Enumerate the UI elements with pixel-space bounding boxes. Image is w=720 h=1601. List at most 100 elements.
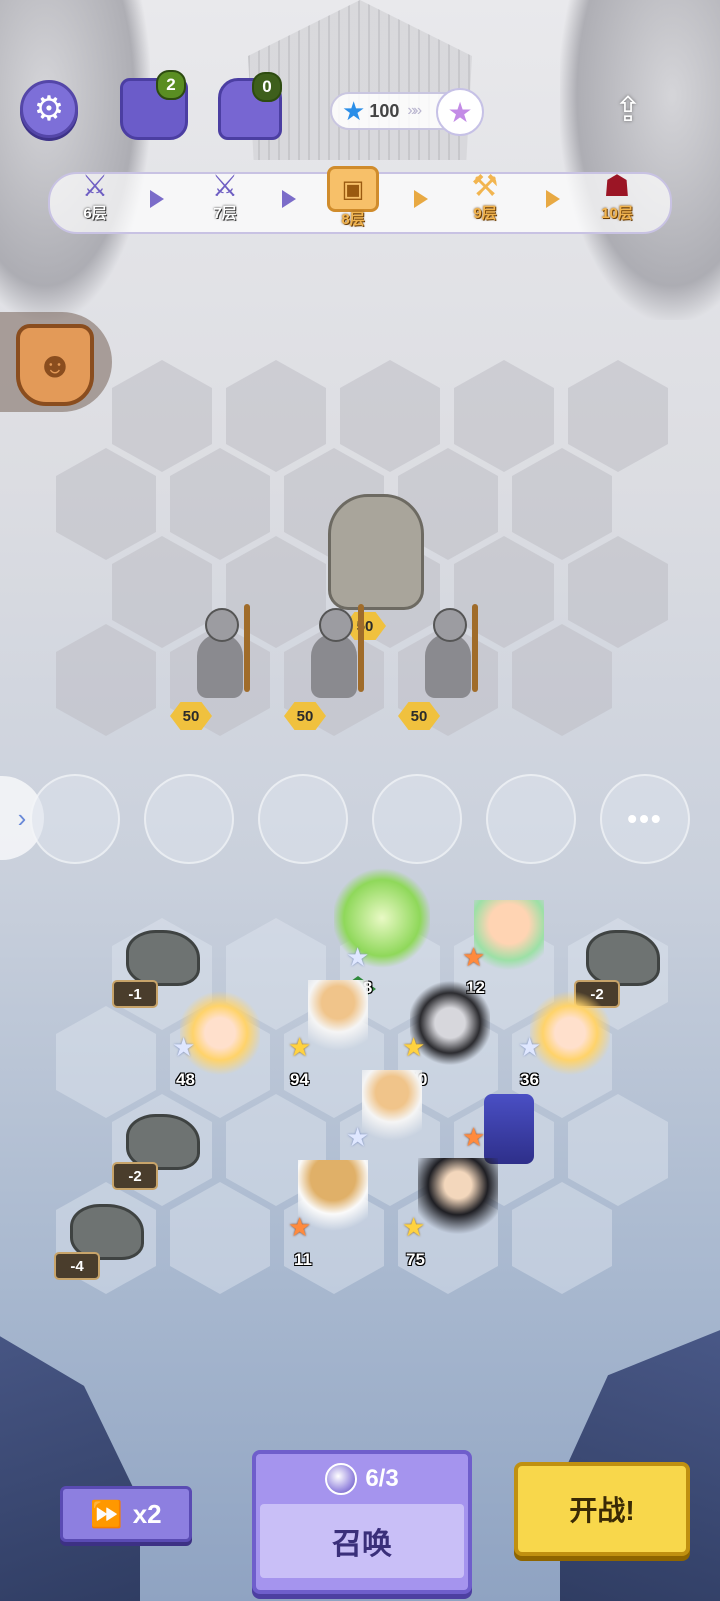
bench-slot[interactable] <box>30 774 120 864</box>
enemy-hex <box>512 624 612 736</box>
summon-cost: 6/3 <box>256 1454 468 1504</box>
floor-6[interactable]: ⚔ 6层 <box>60 166 130 223</box>
hammer-icon: ⚒ <box>471 169 499 203</box>
hero-power-value: 48 <box>176 1070 195 1089</box>
bench-slot[interactable] <box>258 774 348 864</box>
floor-label: 7层 <box>213 205 237 222</box>
arrow-icon <box>546 190 560 208</box>
enemy-hex <box>512 448 612 560</box>
star-value: 100 <box>369 100 400 121</box>
star-icon: ★ <box>462 1122 486 1152</box>
enemy-hex <box>568 360 668 472</box>
bench-slot[interactable] <box>486 774 576 864</box>
enemy-hex <box>112 360 212 472</box>
demon-mask-icon: ☗ <box>603 169 631 203</box>
floor-label: 9层 <box>473 205 497 222</box>
rainbow-star-button[interactable]: ★ <box>436 88 484 136</box>
summon-count: 6/3 <box>365 1465 399 1492</box>
monk-enemy[interactable] <box>420 606 476 698</box>
hero-witch[interactable] <box>418 1158 498 1248</box>
staff <box>244 604 250 692</box>
floor-9[interactable]: ⚒ 9层 <box>450 166 520 223</box>
rock-value: -1 <box>112 980 158 1008</box>
ally-hex[interactable] <box>512 1182 612 1294</box>
gear-icon: ⚙ <box>33 90 65 128</box>
chevron-right-icon: › <box>17 802 27 833</box>
temple-decor-left <box>0 0 150 320</box>
staff <box>358 604 364 692</box>
rainbow-star-icon: ★ <box>447 96 473 128</box>
rock-obstacle[interactable] <box>126 930 200 986</box>
hero-lantern[interactable] <box>484 1094 534 1164</box>
arrow-icon <box>282 190 296 208</box>
arrow-icon: »» <box>407 102 422 119</box>
hero-power-value: 75 <box>406 1250 425 1269</box>
floor-progress-bar: ⚔ 6层 ⚔ 7层 ▣ 8层 ⚒ 9层 ☗ 10层 <box>48 166 672 234</box>
hero-monk-a[interactable] <box>308 980 368 1070</box>
enemy-hex <box>170 448 270 560</box>
enemy-hex <box>340 360 440 472</box>
summon-orb-icon <box>325 1463 358 1495</box>
speed-label: x2 <box>132 1498 162 1529</box>
settings-button[interactable]: ⚙ <box>20 80 78 138</box>
monk-body <box>311 608 357 698</box>
star-icon: ★ <box>172 1032 196 1062</box>
battle-label: 开战! <box>569 1495 635 1526</box>
summon-label: 召唤 <box>260 1504 464 1578</box>
hero-monk-b[interactable] <box>362 1070 422 1160</box>
star-icon: ★ <box>462 942 486 972</box>
summon-button[interactable]: 6/3 召唤 <box>252 1450 472 1594</box>
arrow-icon <box>414 190 428 208</box>
enemy-hex <box>56 624 156 736</box>
ally-hex[interactable] <box>170 1182 270 1294</box>
star-icon: ★ <box>288 1212 312 1242</box>
ally-hex[interactable] <box>568 1094 668 1206</box>
guardian-enemy[interactable] <box>316 470 436 610</box>
monk-body <box>425 608 471 698</box>
floor-7[interactable]: ⚔ 7层 <box>190 166 260 223</box>
more-options-button[interactable]: ••• <box>600 774 690 864</box>
staff <box>472 604 478 692</box>
star-icon: ★ <box>402 1212 426 1242</box>
hero-fairy-right[interactable] <box>530 988 610 1078</box>
demon-mask-icon: ☻ <box>16 324 94 406</box>
star-icon: ★ <box>346 942 370 972</box>
enemy-hex <box>56 448 156 560</box>
ally-hex[interactable] <box>56 1006 156 1118</box>
rock-obstacle[interactable] <box>586 930 660 986</box>
monk-enemy[interactable] <box>306 606 362 698</box>
enemy-hex <box>454 360 554 472</box>
monk-enemy[interactable] <box>192 606 248 698</box>
treasure-chest-icon: ▣ <box>327 166 379 212</box>
floor-8[interactable]: ▣ 8层 <box>318 166 388 229</box>
star-icon: ★ <box>346 1122 370 1152</box>
blue-star-icon: ★ <box>342 95 366 126</box>
star-icon: ★ <box>518 1032 542 1062</box>
chest-count-badge: 0 <box>252 72 282 102</box>
rock-value: -4 <box>54 1252 100 1280</box>
floor-10[interactable]: ☗ 10层 <box>582 166 652 223</box>
start-battle-button[interactable]: 开战! <box>514 1462 690 1556</box>
enemy-hex <box>568 536 668 648</box>
star-icon: ★ <box>288 1032 312 1062</box>
share-icon: ⇪ <box>613 91 643 129</box>
bench-slot[interactable] <box>144 774 234 864</box>
bench-slot[interactable] <box>372 774 462 864</box>
pagoda-decor-left <box>0 1336 140 1601</box>
anvil-count-badge: 2 <box>156 70 186 100</box>
hero-power-value: 36 <box>520 1070 539 1089</box>
rock-value: -2 <box>112 1162 158 1190</box>
star-icon: ★ <box>402 1032 426 1062</box>
speed-toggle-button[interactable]: ⏩ x2 <box>60 1486 192 1542</box>
floor-label: 6层 <box>83 205 107 222</box>
monk-body <box>197 608 243 698</box>
temple-decor-right <box>560 0 720 320</box>
enemy-hex <box>226 360 326 472</box>
fast-forward-icon: ⏩ <box>90 1498 123 1529</box>
crossed-swords-icon: ⚔ <box>81 169 109 203</box>
floor-label: 10层 <box>601 205 633 222</box>
floor-label: 8层 <box>341 211 365 228</box>
share-button[interactable]: ⇪ <box>604 86 652 134</box>
ellipsis-icon: ••• <box>627 803 663 834</box>
hero-power-value: 11 <box>294 1250 312 1269</box>
